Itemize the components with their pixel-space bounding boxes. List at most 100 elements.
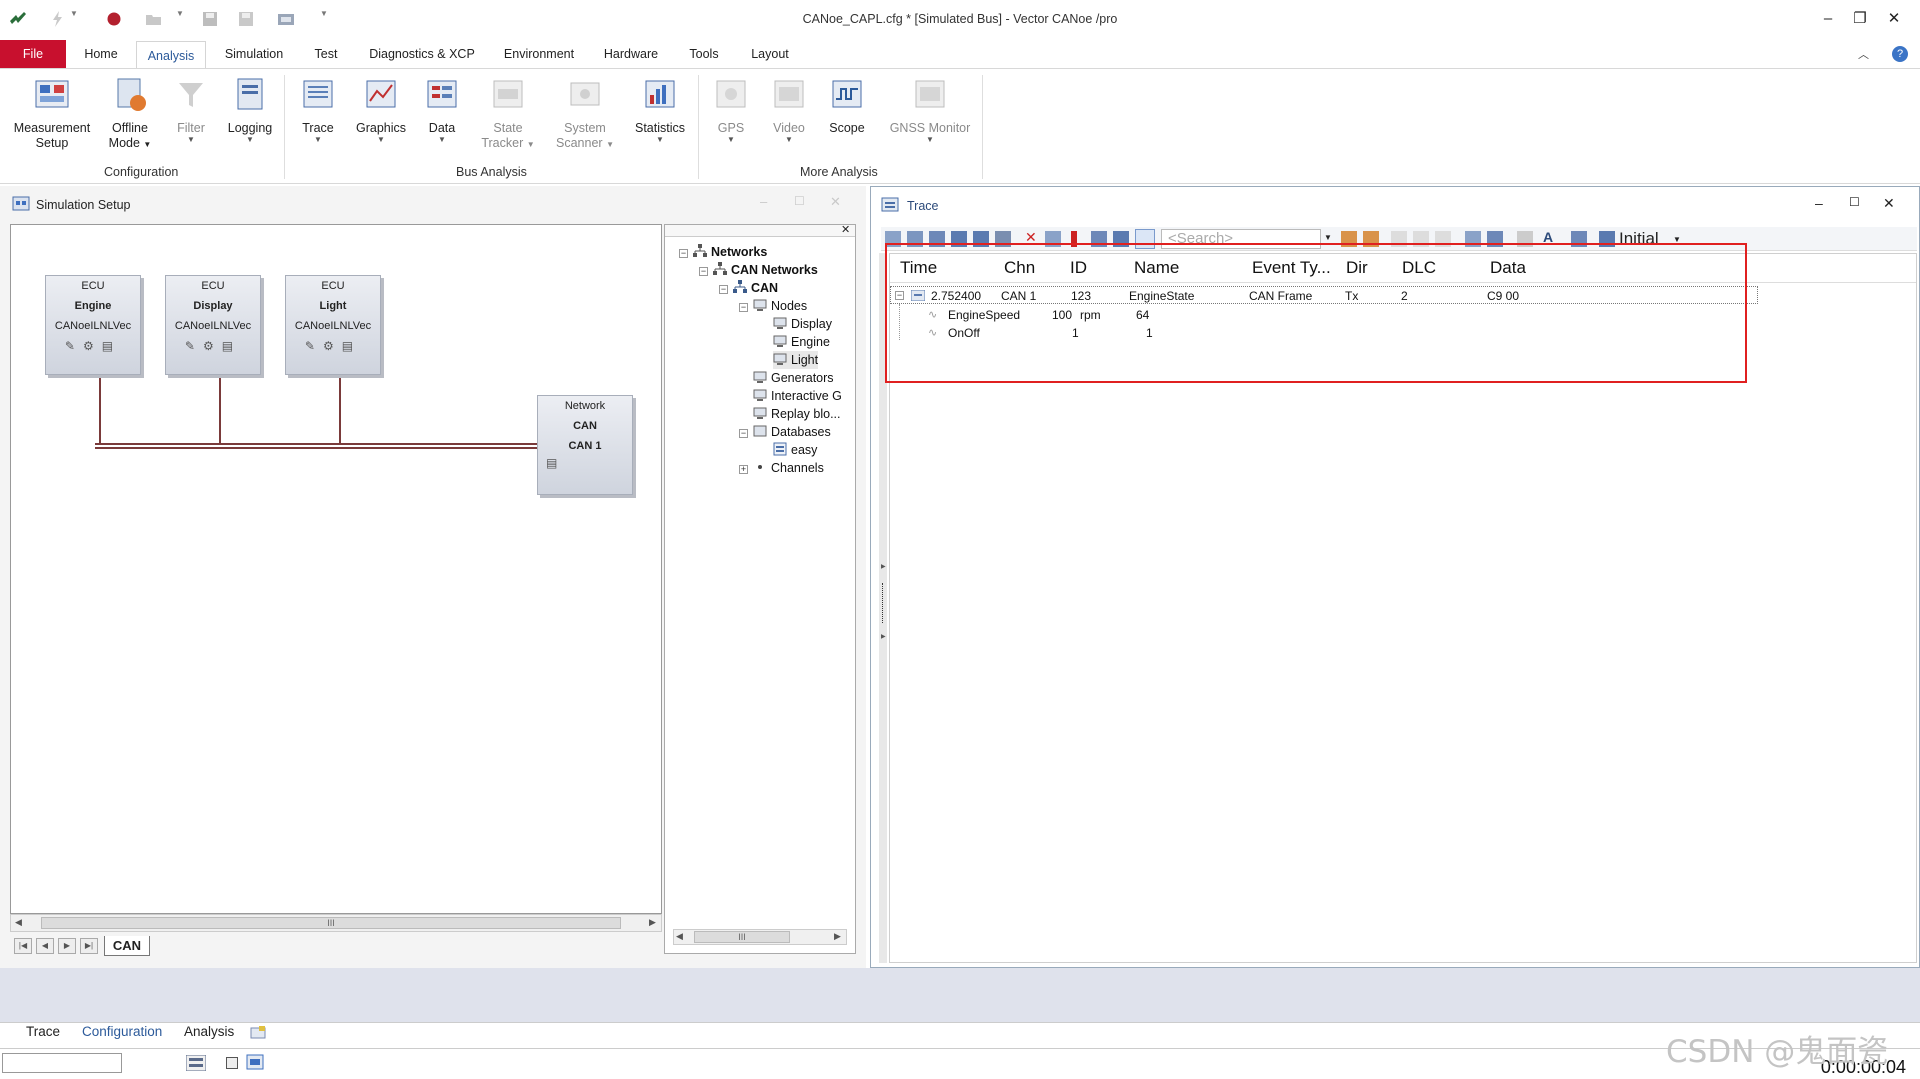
collapse-icon[interactable]: −: [739, 429, 748, 438]
tree-item-engine[interactable]: Engine: [773, 333, 830, 351]
video-button[interactable]: Video ▼: [764, 75, 814, 144]
tree-item-replay-block[interactable]: Replay blo...: [753, 405, 840, 423]
splitter-arrow-icon[interactable]: ▶: [881, 633, 886, 640]
prev-sheet-icon[interactable]: ◀: [36, 938, 54, 954]
scroll-right-icon[interactable]: ▶: [834, 931, 841, 942]
system-scanner-button[interactable]: System Scanner ▼: [550, 75, 620, 152]
close-tree-icon[interactable]: ✕: [841, 223, 850, 236]
scroll-left-icon[interactable]: ◀: [676, 931, 683, 942]
scroll-left-icon[interactable]: ◀: [15, 917, 22, 928]
scrollbar-thumb[interactable]: III: [41, 917, 621, 929]
filter-button[interactable]: Filter ▼: [166, 75, 216, 144]
tab-layout[interactable]: Layout: [742, 40, 798, 68]
graphics-button[interactable]: Graphics ▼: [350, 75, 412, 144]
window-title: CANoe_CAPL.cfg * [Simulated Bus] - Vecto…: [802, 12, 1118, 26]
gnss-monitor-icon: [910, 75, 950, 115]
tree-item-light[interactable]: Light: [773, 351, 819, 369]
bottom-tab-trace[interactable]: Trace: [26, 1024, 60, 1039]
capl-browser-icon[interactable]: [186, 1055, 206, 1071]
tab-home[interactable]: Home: [78, 40, 124, 68]
panel-icon[interactable]: [246, 1054, 264, 1070]
tree-item-can-networks[interactable]: CAN Networks: [713, 261, 818, 279]
collapse-ribbon-icon[interactable]: ︿: [1858, 46, 1869, 62]
search-dropdown-icon[interactable]: ▼: [1324, 233, 1332, 242]
tree-item-interactive-generator[interactable]: Interactive G: [753, 387, 842, 405]
ecu-node-tools-icon[interactable]: ✎⚙▤: [286, 336, 380, 356]
ecu-light-node[interactable]: ECU Light CANoeILNLVec ✎⚙▤: [285, 275, 381, 375]
tracker-label: Tracker: [481, 136, 524, 150]
collapse-icon[interactable]: −: [699, 267, 708, 276]
new-desktop-icon[interactable]: [250, 1026, 266, 1040]
next-sheet-icon[interactable]: ▶: [58, 938, 76, 954]
tree-item-generators[interactable]: Generators: [753, 369, 834, 387]
statistics-button[interactable]: Statistics ▼: [628, 75, 692, 144]
collapse-icon[interactable]: −: [719, 285, 728, 294]
splitter-grip[interactable]: [882, 583, 884, 623]
status-input[interactable]: [2, 1053, 122, 1073]
close-icon[interactable]: ✕: [830, 194, 841, 210]
tree-item-display[interactable]: Display: [773, 315, 832, 333]
gnss-monitor-button[interactable]: GNSS Monitor ▼: [884, 75, 976, 144]
network-tools-icon[interactable]: ▤: [538, 456, 632, 470]
ecu-display-node[interactable]: ECU Display CANoeILNLVec ✎⚙▤: [165, 275, 261, 375]
measurement-setup-button[interactable]: Measurement Setup: [10, 75, 94, 151]
minimize-icon[interactable]: –: [1818, 10, 1838, 28]
trace-button[interactable]: Trace ▼: [294, 75, 342, 144]
tree-item-databases[interactable]: Databases: [753, 423, 831, 441]
bottom-tab-analysis[interactable]: Analysis: [184, 1024, 234, 1039]
tree-horizontal-scrollbar[interactable]: ◀ III ▶: [673, 929, 847, 945]
close-icon[interactable]: ✕: [1884, 10, 1904, 28]
logging-button[interactable]: Logging ▼: [222, 75, 278, 144]
collapse-icon[interactable]: −: [679, 249, 688, 258]
sheet-tab-can[interactable]: CAN: [104, 936, 150, 956]
tree-item-can[interactable]: CAN: [733, 279, 778, 297]
ecu-node-tools-icon[interactable]: ✎⚙▤: [46, 336, 140, 356]
canvas-horizontal-scrollbar[interactable]: ◀ III ▶: [10, 914, 662, 932]
offline-mode-button[interactable]: Offline Mode ▼: [100, 75, 160, 152]
tree-item-nodes[interactable]: Nodes: [753, 297, 807, 315]
expand-icon[interactable]: +: [739, 465, 748, 474]
tree-label: easy: [791, 443, 818, 457]
tab-file[interactable]: File: [0, 40, 66, 68]
restore-icon[interactable]: ☐: [794, 194, 805, 208]
tab-tools[interactable]: Tools: [680, 40, 728, 68]
collapse-icon[interactable]: −: [739, 303, 748, 312]
tree-item-channels[interactable]: Channels: [753, 459, 824, 477]
minimize-icon[interactable]: –: [760, 194, 767, 209]
restore-icon[interactable]: ❐: [1850, 10, 1870, 28]
sheet-navigation: |◀ ◀ ▶ ▶| CAN: [12, 936, 152, 956]
restore-icon[interactable]: ☐: [1849, 195, 1860, 209]
scrollbar-thumb[interactable]: III: [694, 931, 790, 943]
ribbon: Measurement Setup Offline Mode ▼ Filter ▼ L…: [0, 68, 1920, 184]
state-label: State: [493, 121, 523, 135]
bottom-tab-strip: [0, 1022, 1920, 1046]
tree-item-easy[interactable]: easy: [773, 441, 817, 459]
simulation-canvas[interactable]: ECU Engine CANoeILNLVec ✎⚙▤ ECU Display …: [10, 224, 662, 914]
tab-test[interactable]: Test: [304, 40, 348, 68]
ecu-engine-node[interactable]: ECU Engine CANoeILNLVec ✎⚙▤: [45, 275, 141, 375]
tab-environment[interactable]: Environment: [496, 40, 582, 68]
first-sheet-icon[interactable]: |◀: [14, 938, 32, 954]
gps-button[interactable]: GPS ▼: [706, 75, 756, 144]
scope-button[interactable]: Scope: [822, 75, 872, 136]
tab-diagnostics[interactable]: Diagnostics & XCP: [360, 40, 484, 68]
help-icon[interactable]: ?: [1892, 46, 1908, 62]
ecu-node-tools-icon[interactable]: ✎⚙▤: [166, 336, 260, 356]
filter-icon: [171, 75, 211, 115]
stop-icon[interactable]: [226, 1057, 238, 1069]
ecu-library-label: CANoeILNLVec: [294, 320, 372, 332]
bottom-tab-configuration[interactable]: Configuration: [82, 1024, 162, 1039]
last-sheet-icon[interactable]: ▶|: [80, 938, 98, 954]
data-button[interactable]: Data ▼: [418, 75, 466, 144]
close-icon[interactable]: ✕: [1883, 195, 1895, 212]
tab-hardware[interactable]: Hardware: [596, 40, 666, 68]
tree-item-networks[interactable]: Networks: [693, 243, 767, 261]
network-can-node[interactable]: Network CAN CAN 1 ▤: [537, 395, 633, 495]
splitter-arrow-icon[interactable]: ▶: [881, 563, 886, 570]
tab-analysis[interactable]: Analysis: [136, 41, 206, 69]
state-tracker-button[interactable]: State Tracker ▼: [478, 75, 538, 152]
minimize-icon[interactable]: –: [1815, 195, 1823, 211]
trace-window-icon: [881, 197, 899, 213]
tab-simulation[interactable]: Simulation: [218, 40, 290, 68]
scroll-right-icon[interactable]: ▶: [649, 917, 656, 928]
